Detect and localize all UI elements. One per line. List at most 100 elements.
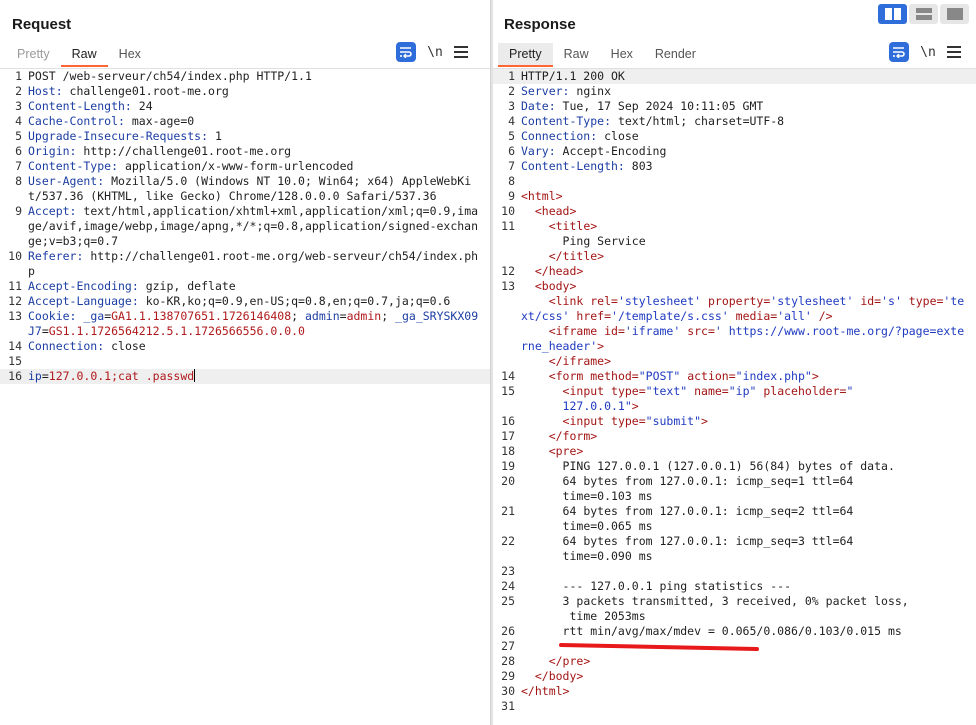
code-line[interactable]: 16 <input type="submit"> <box>493 414 976 429</box>
code-line[interactable]: 15 <input type="text" name="ip" placehol… <box>493 384 976 399</box>
code-line[interactable]: 20 64 bytes from 127.0.0.1: icmp_seq=1 t… <box>493 474 976 489</box>
code-line[interactable]: 17 </form> <box>493 429 976 444</box>
line-number <box>493 399 519 414</box>
code-line[interactable]: 28 </pre> <box>493 654 976 669</box>
line-number: 16 <box>501 414 515 428</box>
code-token: type= <box>901 294 944 308</box>
code-line[interactable]: <iframe id='iframe' src=' https://www.ro… <box>493 324 976 354</box>
code-line[interactable]: 7 Content-Type: application/x-www-form-ur… <box>0 159 490 174</box>
code-line[interactable]: 31 <box>493 699 976 714</box>
code-line[interactable]: time=0.090 ms <box>493 549 976 564</box>
newline-toggle-button[interactable]: \n <box>426 45 444 60</box>
code-line[interactable]: 21 64 bytes from 127.0.0.1: icmp_seq=2 t… <box>493 504 976 519</box>
line-content: Accept-Language: ko-KR,ko;q=0.9,en-US;q=… <box>26 294 490 309</box>
code-line[interactable]: 5 Connection: close <box>493 129 976 144</box>
code-line[interactable]: time 2053ms <box>493 609 976 624</box>
split-columns-icon[interactable] <box>878 4 907 24</box>
code-line[interactable]: 1 POST /web-serveur/ch54/index.php HTTP/1… <box>0 69 490 84</box>
code-line[interactable]: 10 <head> <box>493 204 976 219</box>
line-number: 30 <box>501 684 515 698</box>
code-line[interactable]: 5 Upgrade-Insecure-Requests: 1 <box>0 129 490 144</box>
menu-icon[interactable] <box>454 46 468 58</box>
request-toolbar: \n <box>396 42 468 62</box>
code-line[interactable]: 24 --- 127.0.0.1 ping statistics --- <box>493 579 976 594</box>
code-line[interactable]: 14 Connection: close <box>0 339 490 354</box>
code-token: User-Agent: <box>28 174 105 188</box>
code-line[interactable]: 18 <pre> <box>493 444 976 459</box>
response-tab-pretty[interactable]: Pretty <box>498 43 553 67</box>
code-line[interactable]: 12 </head> <box>493 264 976 279</box>
code-line[interactable]: </iframe> <box>493 354 976 369</box>
code-token: 3 packets transmitted, 3 received, 0% pa… <box>521 594 909 608</box>
line-content: ip=127.0.0.1;cat .passwd <box>26 369 490 384</box>
code-line[interactable]: 23 <box>493 564 976 579</box>
code-line[interactable]: 10 Referer: http://challenge01.root-me.or… <box>0 249 490 279</box>
request-tab-pretty[interactable]: Pretty <box>6 43 61 67</box>
code-line[interactable]: 16 ip=127.0.0.1;cat .passwd <box>0 369 490 384</box>
code-line[interactable]: 15 <box>0 354 490 369</box>
code-line[interactable]: 12 Accept-Language: ko-KR,ko;q=0.9,en-US;… <box>0 294 490 309</box>
line-content: Cookie: _ga=GA1.1.138707651.1726146408; … <box>26 309 490 339</box>
code-line[interactable]: 8 <box>493 174 976 189</box>
code-line[interactable]: 4 Content-Type: text/html; charset=UTF-8 <box>493 114 976 129</box>
word-wrap-icon[interactable] <box>889 42 909 62</box>
line-content: </form> <box>519 429 976 444</box>
code-token: Cookie: <box>28 309 77 323</box>
code-token: Origin: <box>28 144 77 158</box>
line-number: 9 <box>508 189 515 203</box>
code-line[interactable]: <link rel='stylesheet' property='stylesh… <box>493 294 976 324</box>
code-line[interactable]: 9 <html> <box>493 189 976 204</box>
code-line[interactable]: 2 Server: nginx <box>493 84 976 99</box>
response-tab-render[interactable]: Render <box>644 43 707 67</box>
request-tab-hex[interactable]: Hex <box>108 43 152 67</box>
line-content: User-Agent: Mozilla/5.0 (Windows NT 10.0… <box>26 174 490 204</box>
split-rows-icon[interactable] <box>909 4 938 24</box>
code-line[interactable]: 11 Accept-Encoding: gzip, deflate <box>0 279 490 294</box>
code-line[interactable]: 14 <form method="POST" action="index.php… <box>493 369 976 384</box>
line-number: 23 <box>501 564 515 578</box>
code-line[interactable]: 30 </html> <box>493 684 976 699</box>
code-token: type= <box>611 414 646 428</box>
code-line[interactable]: 4 Cache-Control: max-age=0 <box>0 114 490 129</box>
response-tab-hex[interactable]: Hex <box>600 43 644 67</box>
code-line[interactable]: 19 PING 127.0.0.1 (127.0.0.1) 56(84) byt… <box>493 459 976 474</box>
word-wrap-icon[interactable] <box>396 42 416 62</box>
code-line[interactable]: 11 <title> <box>493 219 976 234</box>
line-number: 10 <box>501 204 515 218</box>
code-line[interactable]: 9 Accept: text/html,application/xhtml+xml… <box>0 204 490 249</box>
code-line[interactable]: 22 64 bytes from 127.0.0.1: icmp_seq=3 t… <box>493 534 976 549</box>
code-line[interactable]: 3 Date: Tue, 17 Sep 2024 10:11:05 GMT <box>493 99 976 114</box>
request-editor[interactable]: 1 POST /web-serveur/ch54/index.php HTTP/1… <box>0 68 490 725</box>
code-line[interactable]: 13 Cookie: _ga = GA1.1.138707651.1726146408… <box>0 309 490 339</box>
code-line[interactable]: 2 Host: challenge01.root-me.org <box>0 84 490 99</box>
code-line[interactable]: 6 Vary: Accept-Encoding <box>493 144 976 159</box>
request-tab-raw[interactable]: Raw <box>60 43 108 67</box>
code-line[interactable]: 3 Content-Length: 24 <box>0 99 490 114</box>
response-tab-raw[interactable]: Raw <box>553 43 600 67</box>
single-pane-icon[interactable] <box>940 4 969 24</box>
code-line[interactable]: </title> <box>493 249 976 264</box>
code-line[interactable]: 29 </body> <box>493 669 976 684</box>
code-line[interactable]: Ping Service <box>493 234 976 249</box>
line-number: 13 <box>501 279 515 293</box>
menu-icon[interactable] <box>947 46 961 58</box>
code-line[interactable]: time=0.103 ms <box>493 489 976 504</box>
newline-toggle-button[interactable]: \n <box>919 45 937 60</box>
code-line[interactable]: 27 <box>493 639 976 654</box>
code-line[interactable]: 6 Origin: http://challenge01.root-me.org <box>0 144 490 159</box>
response-editor[interactable]: 1 HTTP/1.1 200 OK 2 Server: nginx 3 Date: Tue… <box>493 68 976 725</box>
code-line[interactable]: time=0.065 ms <box>493 519 976 534</box>
code-token: Content-Length: <box>28 99 132 113</box>
code-line[interactable]: 25 3 packets transmitted, 3 received, 0%… <box>493 594 976 609</box>
code-line[interactable]: 1 HTTP/1.1 200 OK <box>493 69 976 84</box>
line-number: 14 <box>8 339 22 353</box>
line-content: </head> <box>519 264 976 279</box>
code-line[interactable]: 7 Content-Length: 803 <box>493 159 976 174</box>
code-line[interactable]: 13 <body> <box>493 279 976 294</box>
code-line[interactable]: 26 rtt min/avg/max/mdev = 0.065/0.086/0.… <box>493 624 976 639</box>
line-number: 10 <box>8 249 22 263</box>
code-line[interactable]: 127.0.0.1"> <box>493 399 976 414</box>
code-line[interactable]: 8 User-Agent: Mozilla/5.0 (Windows NT 10.… <box>0 174 490 204</box>
